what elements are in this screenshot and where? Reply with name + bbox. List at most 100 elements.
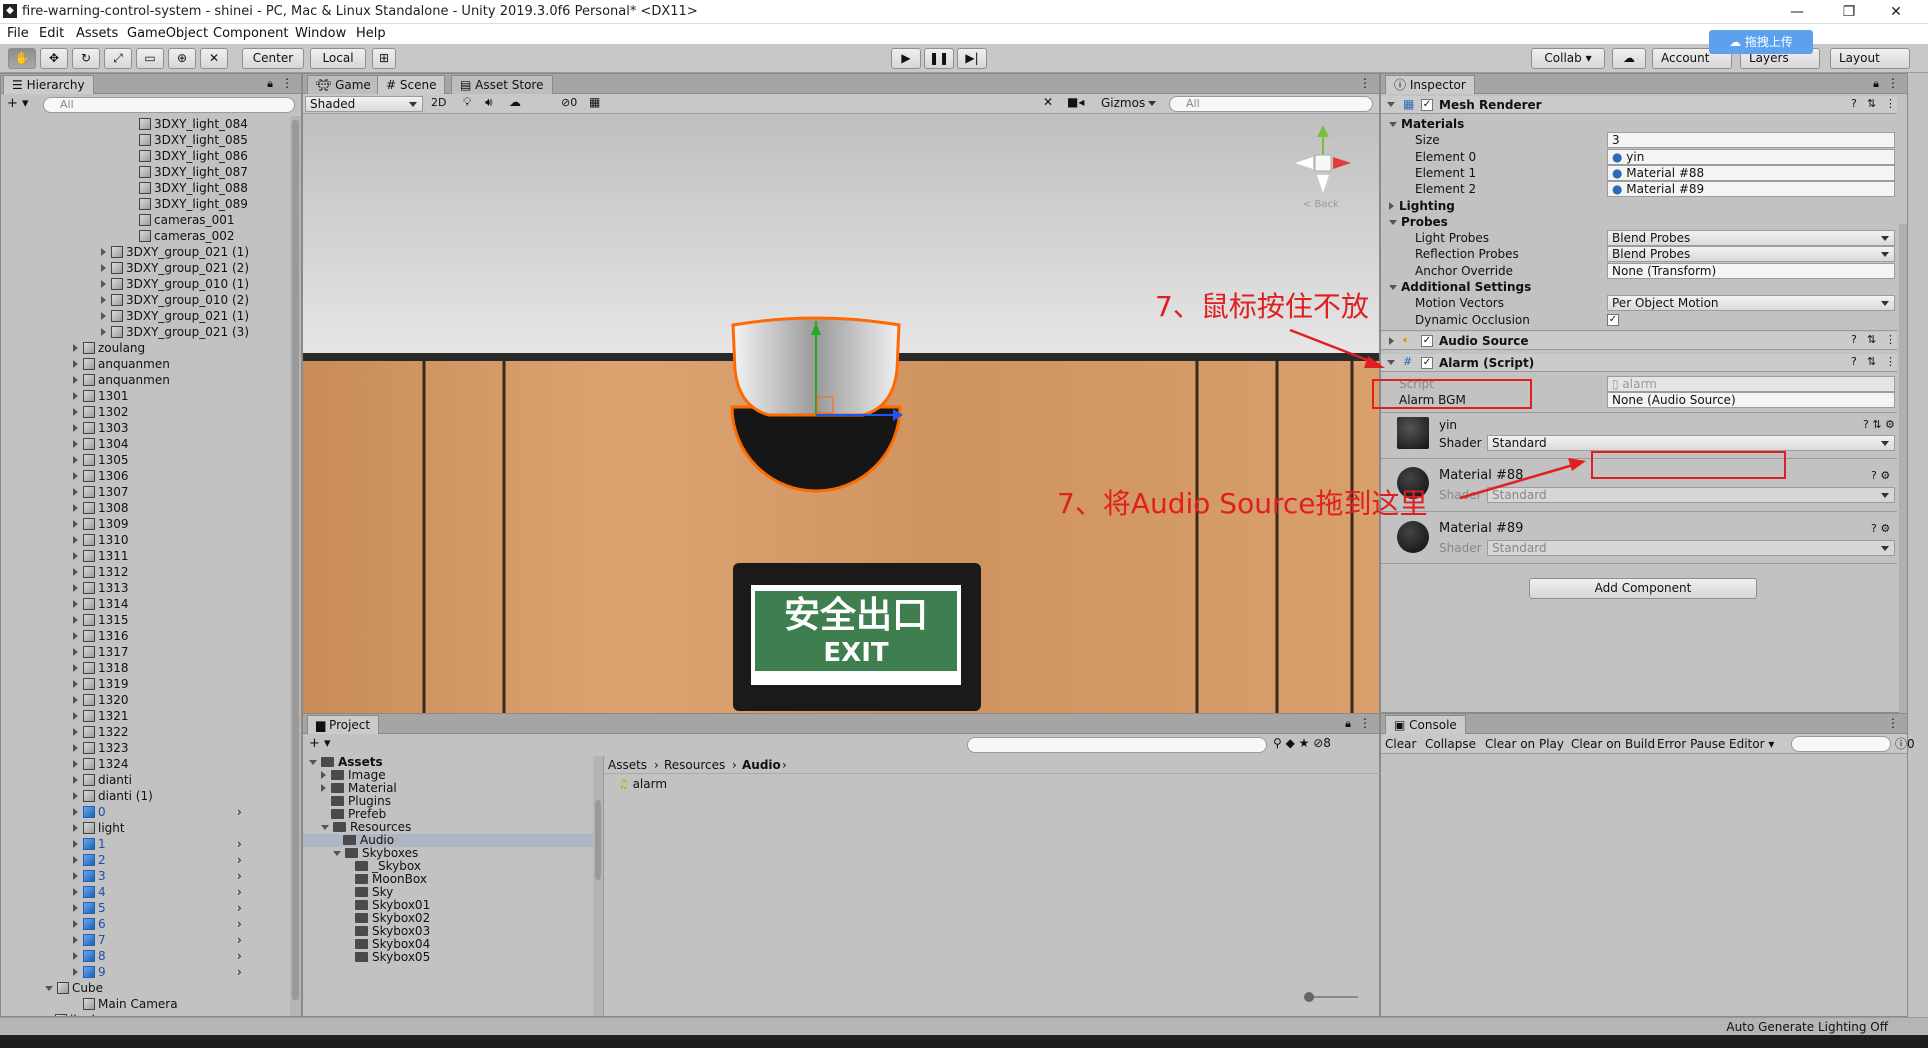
hierarchy-item[interactable]: 1323 — [73, 740, 129, 756]
minimize-button[interactable]: — — [1774, 0, 1820, 24]
probes-foldout[interactable]: Probes — [1389, 214, 1448, 230]
foldout-arrow-icon[interactable] — [73, 360, 78, 368]
foldout-arrow-icon[interactable] — [73, 616, 78, 624]
snap-icon[interactable]: ⊞ — [372, 48, 396, 69]
custom-tool-icon[interactable]: ✕ — [200, 48, 228, 69]
foldout-arrow-icon[interactable] — [73, 632, 78, 640]
panel-menu-icon[interactable]: ⋮ — [1359, 716, 1371, 730]
menu-file[interactable]: File — [7, 26, 29, 41]
slider-handle[interactable] — [1304, 992, 1314, 1002]
foldout-arrow-icon[interactable] — [73, 856, 78, 864]
alarm-script-enabled-checkbox[interactable]: ✓ — [1421, 357, 1433, 369]
foldout-arrow-icon[interactable] — [101, 312, 106, 320]
element-1-field[interactable]: ● Material #88 — [1607, 165, 1895, 181]
hierarchy-item[interactable]: 6 › — [73, 916, 242, 932]
chevron-right-icon[interactable]: › — [237, 900, 242, 916]
element-0-field[interactable]: ● yin — [1607, 149, 1895, 165]
hierarchy-scrollbar[interactable] — [290, 116, 301, 1016]
hierarchy-item[interactable]: 4 › — [73, 884, 242, 900]
hierarchy-item[interactable]: 1309 — [73, 516, 129, 532]
console-clear-on-play-button[interactable]: Clear on Play — [1485, 736, 1564, 752]
foldout-arrow-icon[interactable] — [73, 488, 78, 496]
foldout-arrow-icon[interactable] — [73, 696, 78, 704]
hierarchy-item[interactable]: 1322 — [73, 724, 129, 740]
hierarchy-item[interactable]: 7 › — [73, 932, 242, 948]
help-icon[interactable]: ? — [1851, 355, 1857, 368]
project-tree-scrollbar[interactable] — [593, 756, 603, 1016]
project-folder-item[interactable]: Skyboxes — [303, 847, 593, 860]
scale-tool-icon[interactable]: ⤢ — [104, 48, 132, 69]
project-folder-item[interactable]: Skybox02 — [303, 912, 593, 925]
foldout-arrow-icon[interactable] — [73, 472, 78, 480]
component-menu-icon[interactable]: ⋮ — [1885, 355, 1896, 368]
help-icon[interactable]: ? — [1851, 97, 1857, 110]
hierarchy-item[interactable]: Main Camera — [73, 996, 178, 1012]
menu-window[interactable]: Window — [295, 26, 346, 41]
chevron-right-icon[interactable]: › — [237, 916, 242, 932]
project-search-input[interactable] — [967, 737, 1267, 753]
foldout-arrow-icon[interactable] — [73, 648, 78, 656]
hierarchy-item[interactable]: 1319 — [73, 676, 129, 692]
foldout-arrow-icon[interactable] — [73, 456, 78, 464]
project-folder-item[interactable]: Skybox04 — [303, 938, 593, 951]
chevron-right-icon[interactable]: › — [237, 948, 242, 964]
hierarchy-item[interactable]: 1317 — [73, 644, 129, 660]
component-menu-icon[interactable]: ⋮ — [1885, 97, 1896, 110]
hierarchy-item[interactable]: 3DXY_light_084 — [129, 116, 248, 132]
hierarchy-item[interactable]: anquanmen — [73, 356, 170, 372]
chevron-right-icon[interactable]: › — [237, 852, 242, 868]
hierarchy-item[interactable]: 1324 — [73, 756, 129, 772]
pivot-center-button[interactable]: Center — [242, 48, 304, 69]
foldout-arrow-icon[interactable] — [73, 904, 78, 912]
console-clear-on-build-button[interactable]: Clear on Build — [1571, 736, 1655, 752]
hierarchy-item[interactable]: 1313 — [73, 580, 129, 596]
breadcrumb-assets[interactable]: Assets — [608, 757, 647, 773]
audio-toggle-icon[interactable]: 🔊︎ — [485, 95, 493, 110]
hierarchy-item[interactable]: 3DXY_light_087 — [129, 164, 248, 180]
hierarchy-scroll-thumb[interactable] — [292, 120, 299, 1000]
foldout-arrow-icon[interactable] — [73, 552, 78, 560]
hierarchy-item[interactable]: Cube — [45, 980, 103, 996]
filter-icons[interactable]: ⚲ ◆ ★ ⊘8 — [1273, 736, 1331, 750]
foldout-arrow-icon[interactable] — [101, 264, 106, 272]
tab-scene[interactable]: # Scene — [377, 75, 446, 94]
project-folder-item[interactable]: Skybox03 — [303, 925, 593, 938]
mode-2d-toggle[interactable]: 2D — [431, 96, 446, 109]
console-info-count[interactable]: ⓘ0 — [1895, 736, 1915, 752]
hand-tool-icon[interactable]: ✋ — [8, 48, 36, 69]
hierarchy-item[interactable]: 0 › — [73, 804, 242, 820]
foldout-arrow-icon[interactable] — [73, 664, 78, 672]
lighting-foldout[interactable]: Lighting — [1389, 198, 1455, 214]
hierarchy-item[interactable]: 1301 — [73, 388, 129, 404]
grid-toggle-icon[interactable]: ▦ — [589, 95, 600, 109]
lock-icon[interactable]: 🔒︎ — [1873, 77, 1879, 91]
play-button[interactable]: ▶ — [891, 48, 921, 69]
material-header-icons[interactable]: ? ⚙ — [1871, 522, 1890, 535]
hierarchy-item[interactable]: cameras_002 — [129, 228, 234, 244]
hierarchy-item[interactable]: 9 › — [73, 964, 242, 980]
hierarchy-item[interactable]: 3DXY_light_089 — [129, 196, 248, 212]
chevron-right-icon[interactable]: › — [237, 884, 242, 900]
foldout-arrow-icon[interactable] — [73, 344, 78, 352]
scene-search-input[interactable]: All — [1169, 96, 1373, 112]
menu-help[interactable]: Help — [356, 26, 386, 41]
tab-hierarchy[interactable]: ☰ Hierarchy — [3, 75, 94, 94]
foldout-arrow-icon[interactable] — [73, 776, 78, 784]
chevron-right-icon[interactable]: › — [237, 836, 242, 852]
chevron-right-icon[interactable]: › — [237, 964, 242, 980]
hierarchy-item[interactable]: 1312 — [73, 564, 129, 580]
chevron-right-icon[interactable]: › — [237, 804, 242, 820]
foldout-arrow-icon[interactable] — [73, 952, 78, 960]
project-folder-item[interactable]: Assets — [303, 756, 593, 769]
hierarchy-item[interactable]: anquanmen — [73, 372, 170, 388]
create-add-icon[interactable]: + ▾ — [309, 736, 331, 751]
project-folder-item[interactable]: Resources — [303, 821, 593, 834]
preset-icon[interactable]: ⇅ — [1867, 355, 1876, 368]
file-alarm[interactable]: ♫ alarm — [618, 776, 667, 792]
hierarchy-item[interactable]: 1308 — [73, 500, 129, 516]
cloud-icon[interactable]: ☁ — [1612, 48, 1646, 69]
additional-settings-foldout[interactable]: Additional Settings — [1389, 279, 1531, 295]
panel-menu-icon[interactable]: ⋮ — [281, 76, 293, 90]
foldout-arrow-icon[interactable] — [73, 536, 78, 544]
chevron-right-icon[interactable]: › — [237, 868, 242, 884]
